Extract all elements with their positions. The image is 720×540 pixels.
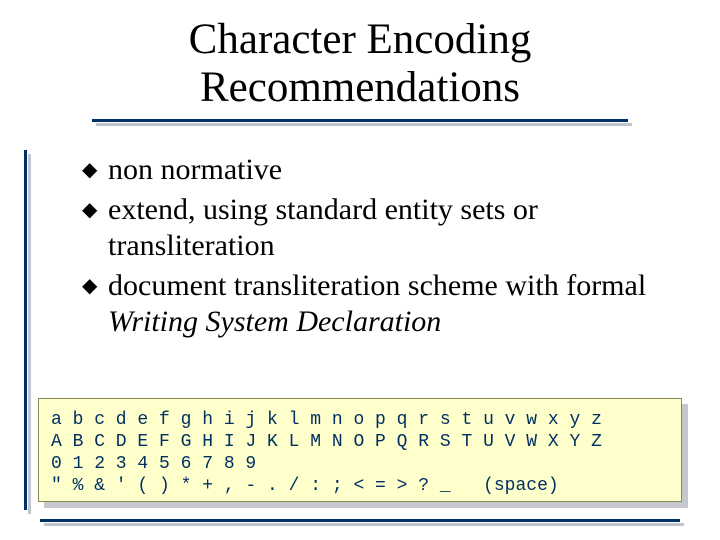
side-rule	[24, 150, 27, 510]
slide-title: Character Encoding Recommendations	[189, 16, 532, 118]
diamond-bullet-icon: ◆	[82, 152, 108, 188]
code-line-3: 0 1 2 3 4 5 6 7 8 9	[51, 454, 256, 474]
bullet-text: non normative	[108, 152, 282, 188]
bullet-text-a: extend, using standard entity sets or tr…	[108, 193, 538, 262]
side-rule-shadow	[28, 154, 31, 514]
slide: Character Encoding Recommendations ◆ non…	[0, 0, 720, 540]
diamond-bullet-icon: ◆	[82, 268, 108, 304]
title-underline	[92, 119, 628, 122]
bottom-rule-shadow	[44, 523, 684, 526]
bullet-text-a: document transliteration scheme with for…	[108, 269, 646, 302]
bullet-item: ◆ non normative	[82, 152, 672, 188]
bullet-item: ◆ extend, using standard entity sets or …	[82, 192, 672, 264]
title-underline-shadow	[96, 123, 632, 126]
code-panel: a b c d e f g h i j k l m n o p q r s t …	[38, 398, 682, 502]
title-line-1: Character Encoding	[189, 16, 532, 63]
code-line-4: " % & ' ( ) * + , - . / : ; < = > ? _ (s…	[51, 476, 559, 496]
code-box: a b c d e f g h i j k l m n o p q r s t …	[38, 398, 682, 502]
code-line-1: a b c d e f g h i j k l m n o p q r s t …	[51, 410, 602, 430]
title-block: Character Encoding Recommendations	[0, 16, 720, 118]
bullet-text: extend, using standard entity sets or tr…	[108, 192, 672, 264]
bullet-text-b: Writing System Declaration	[108, 305, 441, 338]
diamond-bullet-icon: ◆	[82, 192, 108, 228]
bullet-text-a: non normative	[108, 153, 282, 186]
title-line-2: Recommendations	[200, 64, 520, 111]
code-line-2: A B C D E F G H I J K L M N O P Q R S T …	[51, 432, 602, 452]
body-text: ◆ non normative ◆ extend, using standard…	[82, 152, 672, 344]
bottom-rule	[40, 519, 680, 522]
bullet-text: document transliteration scheme with for…	[108, 268, 672, 340]
bullet-item: ◆ document transliteration scheme with f…	[82, 268, 672, 340]
